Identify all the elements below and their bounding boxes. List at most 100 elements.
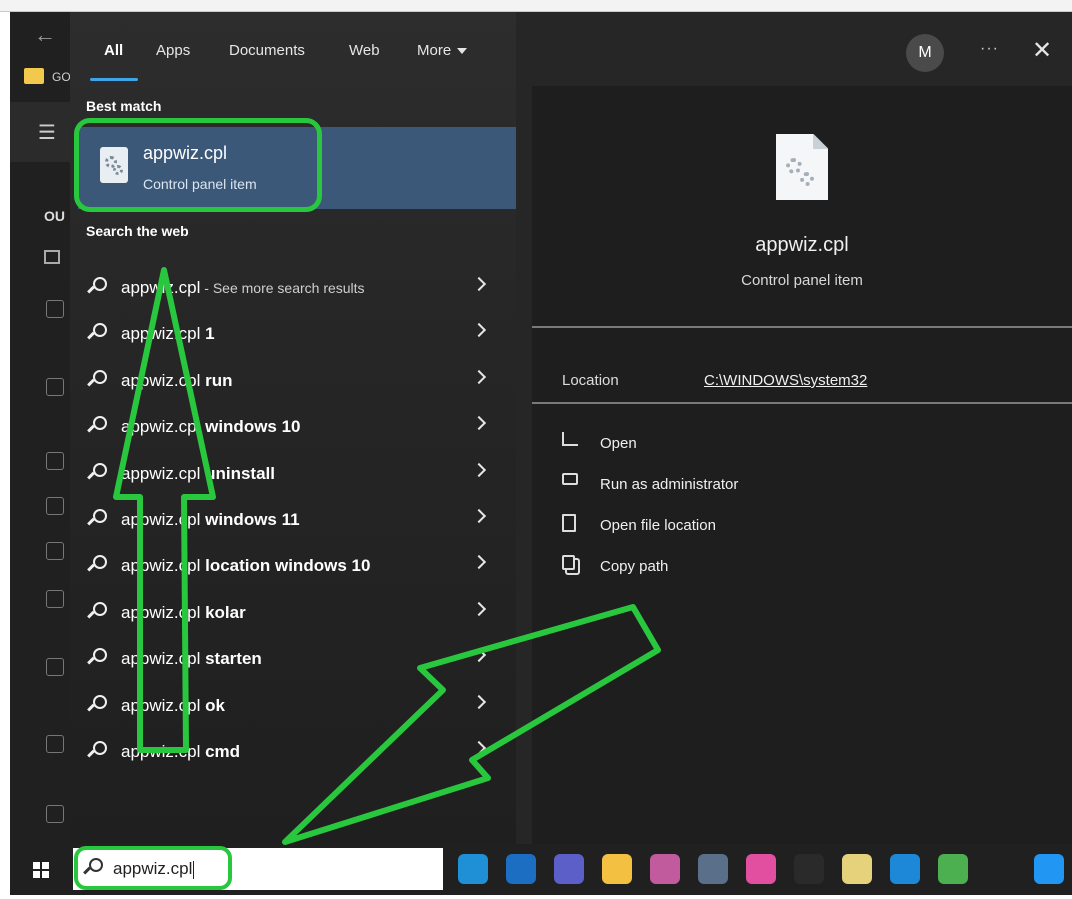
web-result-row[interactable]: appwiz.cpl windows 11 xyxy=(70,497,516,543)
tab-all[interactable]: All xyxy=(104,42,123,59)
web-result-row[interactable]: appwiz.cpl 1 xyxy=(70,311,516,357)
web-result-row[interactable]: appwiz.cpl run xyxy=(70,358,516,404)
web-result-text: appwiz.cpl starten xyxy=(121,649,262,669)
chevron-right-icon[interactable] xyxy=(471,323,487,338)
background-checkbox[interactable] xyxy=(46,497,64,515)
calculator-icon[interactable] xyxy=(698,854,728,884)
back-arrow-icon[interactable]: ← xyxy=(34,22,56,48)
web-result-text: appwiz.cpl windows 11 xyxy=(121,510,300,530)
web-result-text: appwiz.cpl 1 xyxy=(121,324,215,344)
web-result-suggestion: ok xyxy=(200,695,225,715)
divider xyxy=(532,326,1072,328)
web-result-text: appwiz.cpl uninstall xyxy=(121,464,275,484)
background-checkbox[interactable] xyxy=(46,542,64,560)
web-result-text: appwiz.cpl run xyxy=(121,371,232,391)
web-result-row[interactable]: appwiz.cpl ok xyxy=(70,683,516,729)
tab-more-label: More xyxy=(417,42,452,59)
chevron-right-icon[interactable] xyxy=(471,648,487,663)
background-checkbox[interactable] xyxy=(46,590,64,608)
web-result-suggestion: 1 xyxy=(200,324,215,344)
web-result-suggestion: windows 10 xyxy=(200,417,301,437)
control-panel-file-icon xyxy=(776,134,828,200)
details-pane: appwiz.cpl Control panel item Location C… xyxy=(532,86,1072,844)
copy-path-label: Copy path xyxy=(600,558,669,575)
web-result-row[interactable]: appwiz.cpl cmd xyxy=(70,729,516,775)
tab-documents[interactable]: Documents xyxy=(229,42,305,59)
background-checkbox[interactable] xyxy=(46,452,64,470)
annotation-highlight-box xyxy=(74,118,322,212)
search-icon xyxy=(87,416,108,436)
search-flyout: appwiz.cpl Control panel item Location C… xyxy=(70,12,1072,844)
background-checkbox[interactable] xyxy=(46,378,64,396)
chevron-right-icon[interactable] xyxy=(471,740,487,756)
person-app-icon[interactable] xyxy=(1034,854,1064,884)
web-result-suggestion: cmd xyxy=(200,742,241,761)
notepad-icon[interactable] xyxy=(938,854,968,884)
background-section-label: OU xyxy=(44,208,65,224)
user-avatar[interactable]: M xyxy=(906,34,944,72)
more-options-button[interactable]: ··· xyxy=(980,40,999,58)
search-filter-tabs: All Apps Documents Web More M ··· ✕ xyxy=(70,12,1072,86)
search-icon xyxy=(87,509,108,529)
web-result-row[interactable]: appwiz.cpl uninstall xyxy=(70,451,516,497)
background-checkbox[interactable] xyxy=(46,300,64,318)
chevron-right-icon[interactable] xyxy=(471,555,487,570)
tab-more[interactable]: More xyxy=(417,42,468,59)
web-result-query: appwiz.cpl xyxy=(121,556,201,576)
chevron-right-icon[interactable] xyxy=(471,276,487,292)
search-icon xyxy=(87,462,108,483)
web-result-text: appwiz.cpl windows 10 xyxy=(121,417,301,437)
background-checkbox[interactable] xyxy=(46,805,64,823)
open-action-label: Open xyxy=(600,435,637,452)
search-icon xyxy=(87,648,108,668)
web-result-text: appwiz.cpl - See more search results xyxy=(121,278,365,298)
chevron-right-icon[interactable] xyxy=(471,694,487,709)
details-title: appwiz.cpl xyxy=(755,234,849,256)
web-result-query: appwiz.cpl xyxy=(121,742,201,761)
search-web-heading: Search the web xyxy=(86,223,189,239)
web-result-row[interactable]: appwiz.cpl location windows 10 xyxy=(70,543,516,589)
location-label: Location xyxy=(562,372,619,389)
location-link[interactable]: C:\WINDOWS\system32 xyxy=(704,372,867,389)
paint-icon[interactable] xyxy=(746,854,776,884)
web-result-row[interactable]: appwiz.cpl windows 10 xyxy=(70,404,516,450)
tab-web[interactable]: Web xyxy=(349,42,380,59)
folder-location-icon xyxy=(562,514,576,532)
settings-gear-icon[interactable] xyxy=(986,854,1016,884)
web-result-query: appwiz.cpl xyxy=(121,510,201,529)
chevron-right-icon[interactable] xyxy=(471,416,487,431)
chevron-down-icon xyxy=(457,48,468,55)
windows-start-icon[interactable] xyxy=(33,862,49,878)
chevron-right-icon[interactable] xyxy=(471,601,487,616)
sticky-app-icon[interactable] xyxy=(842,854,872,884)
chevron-right-icon[interactable] xyxy=(471,462,487,477)
web-result-suggestion: kolar xyxy=(200,602,246,622)
background-checkbox[interactable] xyxy=(46,735,64,753)
g-app-icon[interactable] xyxy=(794,854,824,884)
teams-icon[interactable] xyxy=(554,854,584,884)
search-icon xyxy=(87,323,108,343)
web-result-row[interactable]: appwiz.cpl kolar xyxy=(70,590,516,636)
search-icon xyxy=(87,555,108,575)
search-icon xyxy=(87,601,108,622)
web-result-query: appwiz.cpl xyxy=(121,324,201,344)
tab-apps[interactable]: Apps xyxy=(156,42,190,59)
close-icon[interactable]: ✕ xyxy=(1032,36,1052,65)
edge-icon[interactable] xyxy=(458,854,488,884)
web-result-row[interactable]: appwiz.cpl - See more search results xyxy=(70,265,516,311)
outlook-icon[interactable] xyxy=(506,854,536,884)
background-checkbox[interactable] xyxy=(46,658,64,676)
open-icon xyxy=(562,432,578,446)
file-explorer-icon[interactable] xyxy=(602,854,632,884)
search-icon xyxy=(87,741,108,761)
web-result-query: appwiz.cpl xyxy=(121,463,201,483)
web-result-suggestion: location windows 10 xyxy=(200,556,371,576)
web-result-row[interactable]: appwiz.cpl starten xyxy=(70,636,516,682)
azure-icon[interactable] xyxy=(890,854,920,884)
active-tab-indicator xyxy=(90,78,138,81)
chevron-right-icon[interactable] xyxy=(471,508,487,524)
chevron-right-icon[interactable] xyxy=(471,369,487,384)
web-result-query: appwiz.cpl xyxy=(121,370,201,390)
snipping-tool-icon[interactable] xyxy=(650,854,680,884)
hamburger-menu-icon[interactable]: ☰ xyxy=(38,120,56,145)
